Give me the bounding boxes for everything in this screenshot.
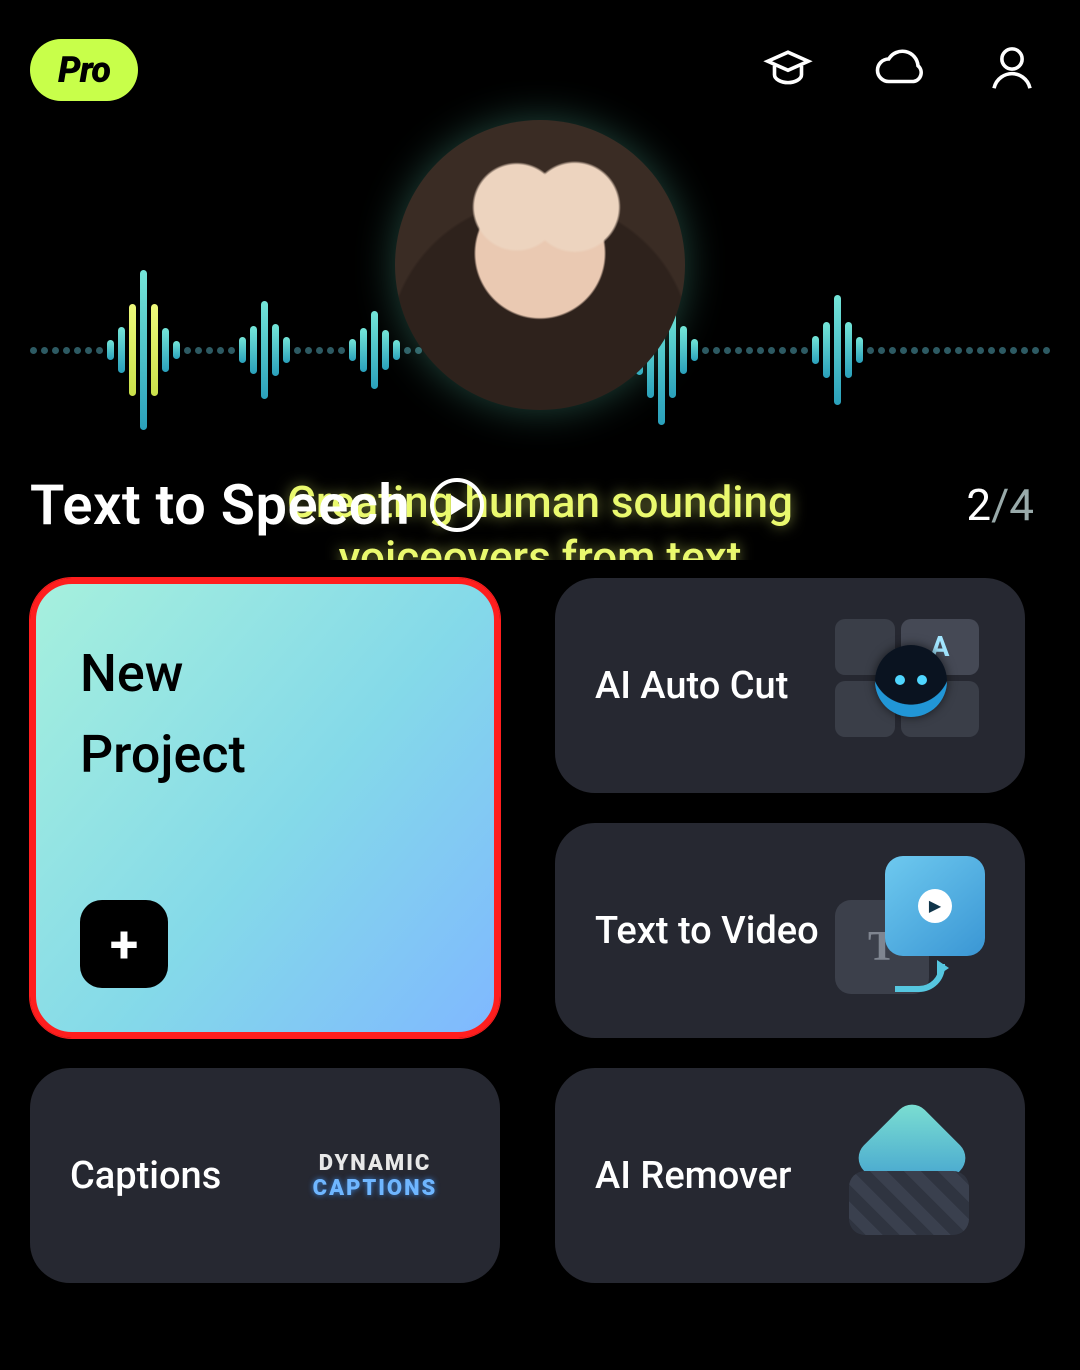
- ai-auto-cut-icon: A: [835, 611, 985, 761]
- ai-remover-icon: [835, 1101, 985, 1251]
- text-to-video-tile[interactable]: Text to Video T: [555, 823, 1025, 1038]
- ai-auto-cut-tile[interactable]: AI Auto Cut A: [555, 578, 1025, 793]
- new-project-label: New Project: [80, 634, 450, 795]
- section-title-row: Text to Speech 2/4: [30, 472, 1050, 538]
- plus-icon: +: [80, 900, 168, 988]
- ai-auto-cut-label: AI Auto Cut: [595, 664, 788, 708]
- ai-remover-label: AI Remover: [595, 1154, 791, 1198]
- ai-remover-tile[interactable]: AI Remover: [555, 1068, 1025, 1283]
- dynamic-captions-icon: DYNAMIC CAPTIONS: [290, 1151, 460, 1201]
- pager: 2/4: [966, 479, 1034, 531]
- section-title: Text to Speech: [30, 472, 410, 538]
- captions-tile[interactable]: Captions DYNAMIC CAPTIONS: [30, 1068, 500, 1283]
- new-project-tile[interactable]: New Project +: [30, 578, 500, 1038]
- text-to-video-icon: T: [835, 856, 985, 1006]
- captions-label: Captions: [70, 1154, 221, 1198]
- play-icon[interactable]: [430, 478, 484, 532]
- avatar-image: [395, 120, 685, 410]
- text-to-video-label: Text to Video: [595, 909, 819, 953]
